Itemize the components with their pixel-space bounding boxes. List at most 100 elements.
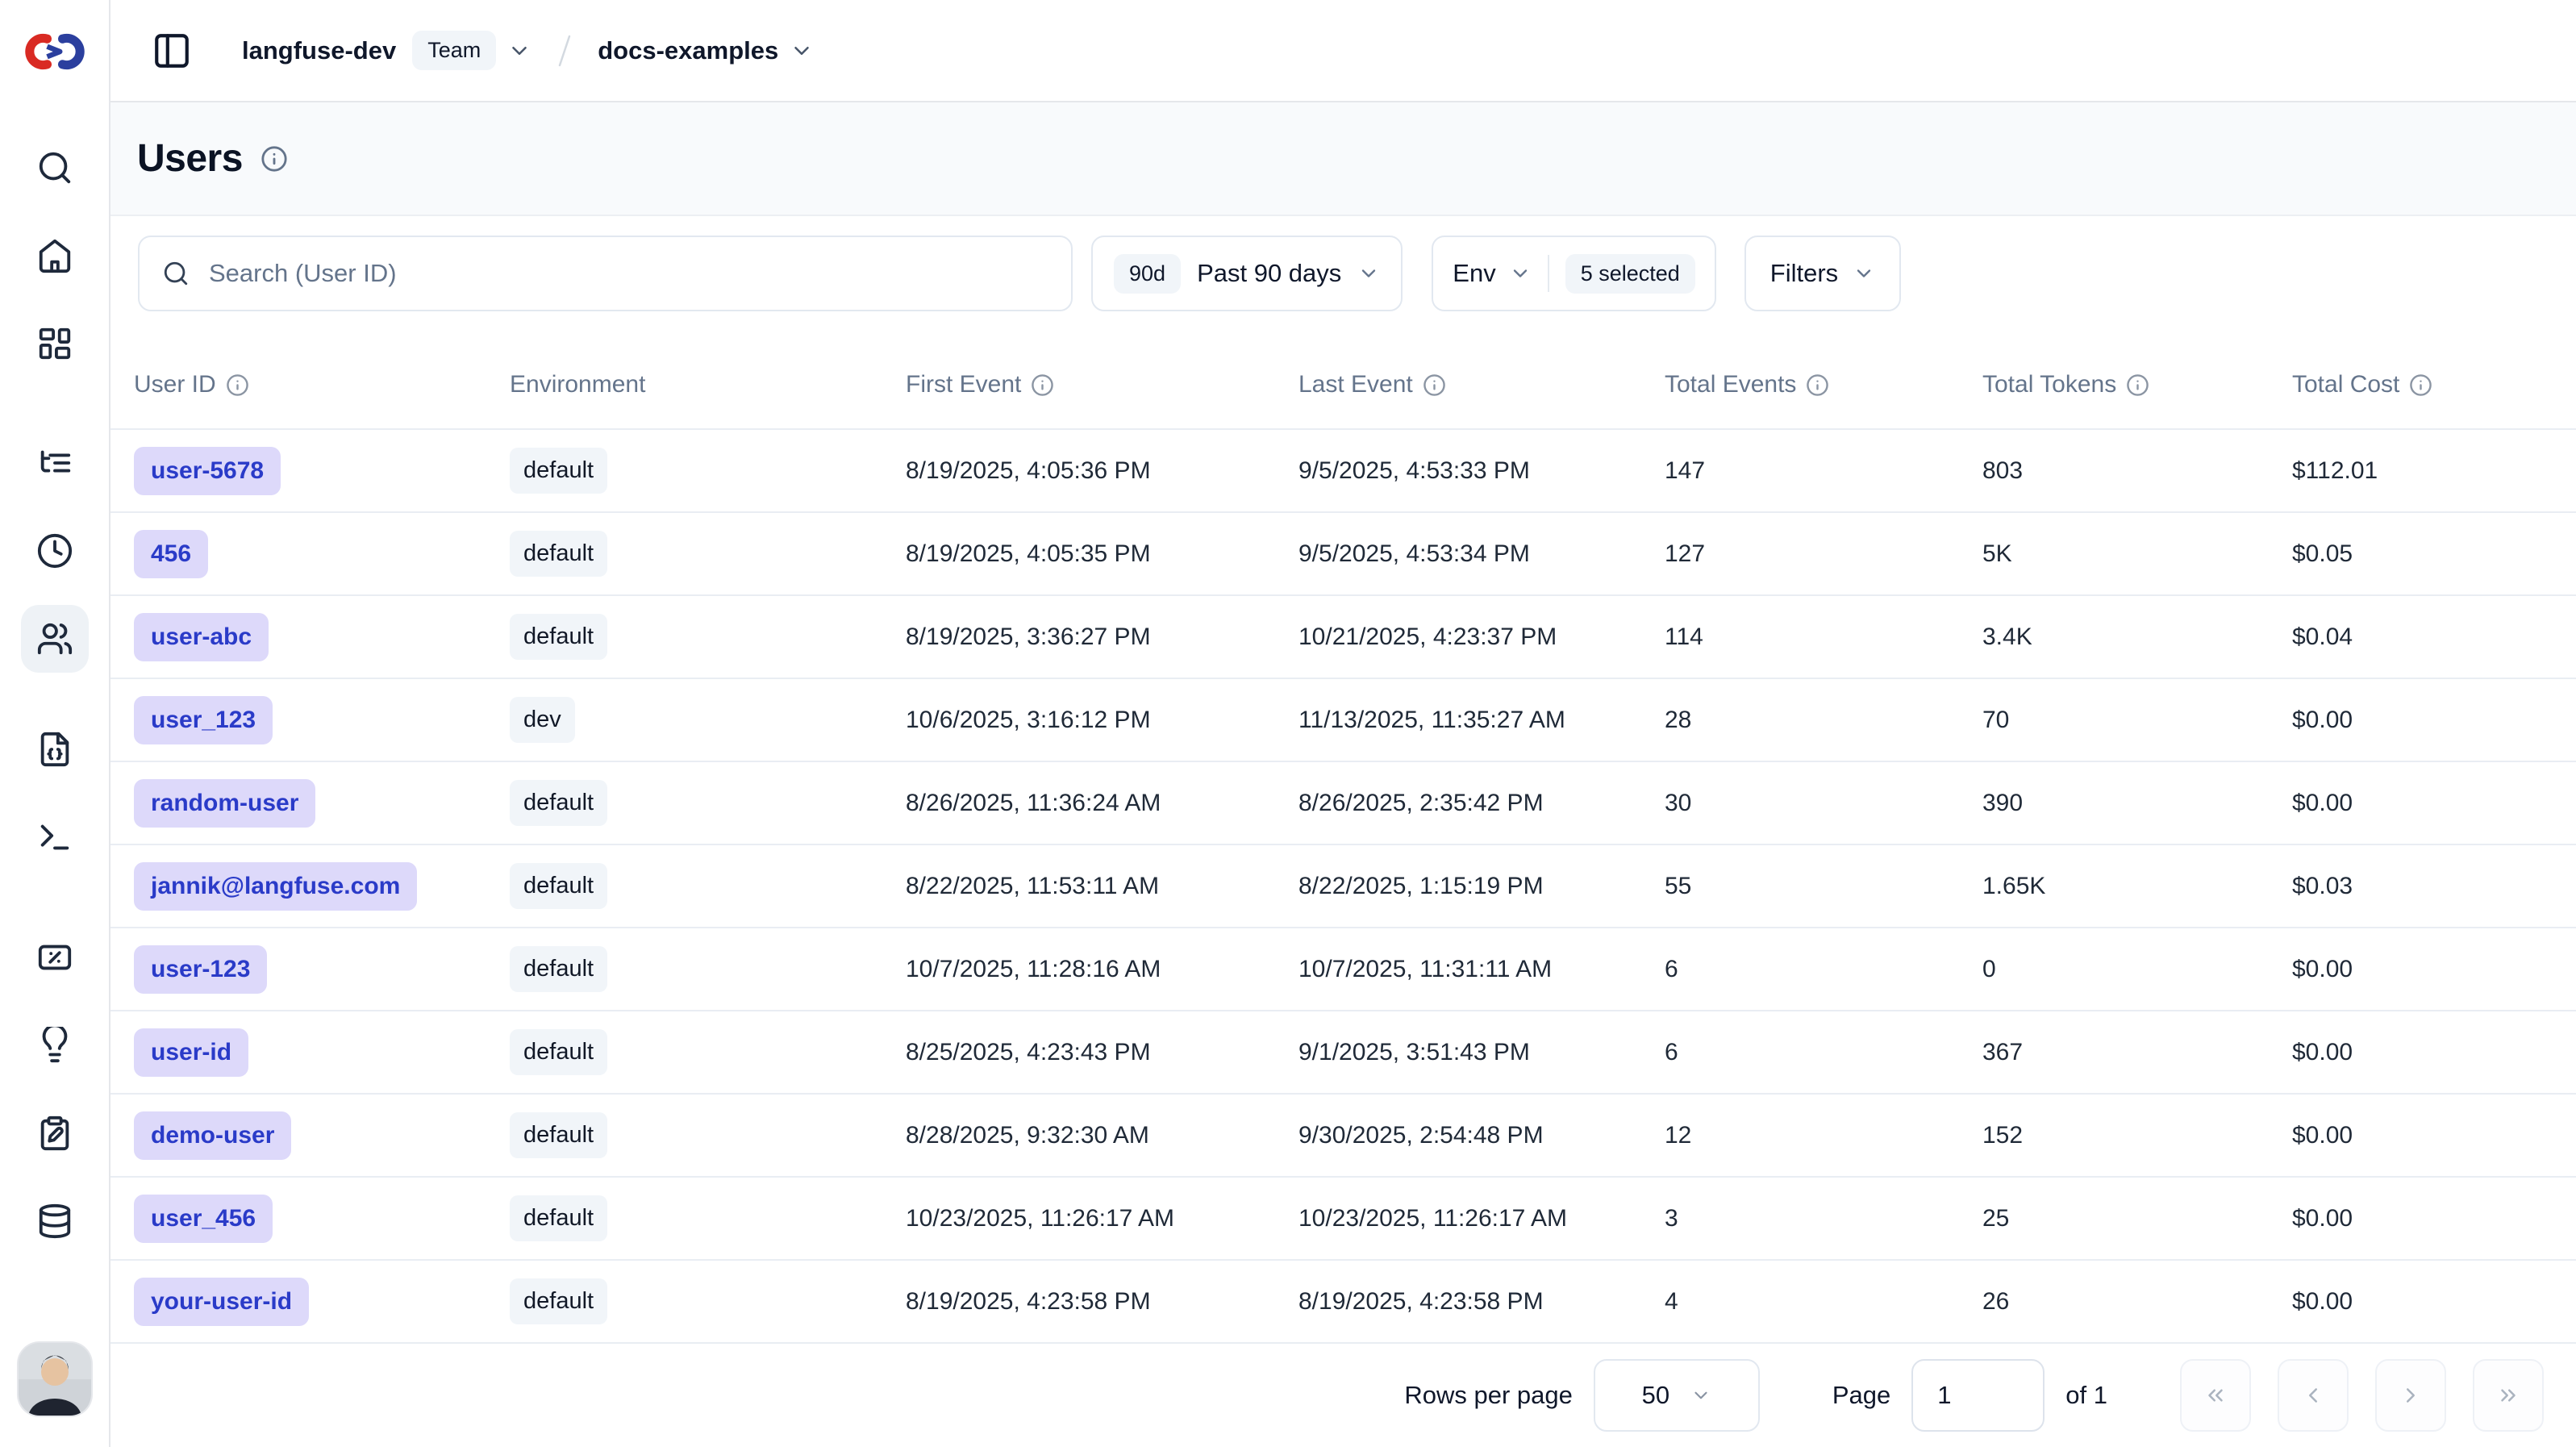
page-label: Page: [1832, 1381, 1890, 1410]
next-page-button[interactable]: [2375, 1359, 2446, 1432]
breadcrumb-org[interactable]: langfuse-dev: [242, 36, 396, 65]
environment-badge: default: [510, 1195, 607, 1241]
first-event-cell: 8/19/2025, 4:05:35 PM: [906, 540, 1298, 568]
environment-badge: default: [510, 946, 607, 992]
sidebar-item-search[interactable]: [21, 134, 89, 202]
sidebar-item-evaluation[interactable]: [21, 924, 89, 991]
table-row: user-5678default8/19/2025, 4:05:36 PM9/5…: [110, 430, 2576, 513]
column-header: First Event: [906, 371, 1298, 398]
table-row: demo-userdefault8/28/2025, 9:32:30 AM9/3…: [110, 1095, 2576, 1178]
info-icon[interactable]: [1031, 373, 1054, 397]
search-icon: [36, 149, 73, 186]
user-id-badge[interactable]: user-abc: [134, 613, 269, 661]
first-event-cell: 10/6/2025, 3:16:12 PM: [906, 707, 1298, 734]
sidebar-item-datasets[interactable]: [21, 1187, 89, 1255]
column-header: Environment: [510, 371, 906, 398]
column-header-label: First Event: [906, 371, 1021, 398]
pagination-bar: Rows per page 50 Page of 1: [110, 1344, 2576, 1447]
user-id-badge[interactable]: your-user-id: [134, 1278, 309, 1326]
total-cost-cell: $0.04: [2292, 623, 2547, 651]
user-id-badge[interactable]: user-123: [134, 945, 267, 994]
org-type-badge: Team: [412, 31, 496, 70]
rows-per-page-select[interactable]: 50: [1594, 1359, 1760, 1432]
column-header-label: Total Cost: [2292, 371, 2399, 398]
sidebar-item-home[interactable]: [21, 222, 89, 290]
info-icon[interactable]: [2126, 373, 2149, 397]
last-event-cell: 9/30/2025, 2:54:48 PM: [1298, 1122, 1665, 1149]
user-id-badge[interactable]: random-user: [134, 779, 315, 828]
user-avatar[interactable]: [19, 1343, 91, 1416]
user-id-badge[interactable]: jannik@langfuse.com: [134, 862, 417, 911]
sidebar-item-prompts[interactable]: [21, 715, 89, 783]
sidebar-toggle-icon[interactable]: [152, 31, 192, 71]
prompts-file-code-icon: [36, 731, 73, 768]
sessions-clock-icon: [36, 532, 73, 569]
dashboards-grid-icon: [36, 325, 73, 362]
total-events-cell: 147: [1665, 457, 1982, 485]
search-input[interactable]: [207, 258, 1048, 289]
total-tokens-cell: 1.65K: [1982, 873, 2292, 900]
breadcrumb-project[interactable]: docs-examples: [598, 36, 778, 65]
sidebar-item-llm-judge[interactable]: [21, 1011, 89, 1079]
column-header: Total Events: [1665, 371, 1982, 398]
info-icon[interactable]: [1806, 373, 1829, 397]
column-header: Last Event: [1298, 371, 1665, 398]
info-icon[interactable]: [2409, 373, 2432, 397]
sidebar-item-annotation[interactable]: [21, 1099, 89, 1167]
table-row: 456default8/19/2025, 4:05:35 PM9/5/2025,…: [110, 513, 2576, 596]
chevron-down-icon: [1690, 1385, 1711, 1406]
search-box: [138, 236, 1073, 311]
table-header-row: User ID EnvironmentFirst Event Last Even…: [110, 341, 2576, 430]
total-tokens-cell: 803: [1982, 457, 2292, 485]
table-row: random-user default 8/26/2025, 11:36:24 AM…: [110, 762, 2576, 845]
user-id-badge[interactable]: user-id: [134, 1028, 248, 1077]
sidebar-item-users[interactable]: [21, 605, 89, 673]
total-events-cell: 3: [1665, 1205, 1982, 1232]
environment-badge: default: [510, 780, 607, 826]
user-id-badge[interactable]: user_456: [134, 1195, 273, 1243]
column-header-label: Total Tokens: [1982, 371, 2116, 398]
total-cost-cell: $0.00: [2292, 790, 2547, 817]
info-icon[interactable]: [1423, 373, 1446, 397]
first-event-cell: 8/26/2025, 11:36:24 AM: [906, 790, 1298, 817]
filters-button[interactable]: Filters: [1744, 236, 1901, 311]
info-icon[interactable]: [261, 145, 288, 173]
last-event-cell: 10/21/2025, 4:23:37 PM: [1298, 623, 1665, 651]
date-range-button[interactable]: 90d Past 90 days: [1091, 236, 1403, 311]
total-cost-cell: $0.03: [2292, 873, 2547, 900]
page-number-input[interactable]: [1911, 1359, 2045, 1432]
page-header: Users: [110, 102, 2576, 216]
sidebar-item-playground[interactable]: [21, 803, 89, 871]
total-cost-cell: $0.00: [2292, 1288, 2547, 1316]
info-icon[interactable]: [226, 373, 249, 397]
table-row: user-abcdefault8/19/2025, 3:36:27 PM10/2…: [110, 596, 2576, 679]
user-id-badge[interactable]: user-5678: [134, 447, 281, 495]
breadcrumb-separator: [552, 31, 577, 70]
langfuse-logo[interactable]: [0, 0, 109, 102]
first-page-button[interactable]: [2180, 1359, 2251, 1432]
environment-badge: default: [510, 531, 607, 577]
environment-filter-button[interactable]: Env 5 selected: [1432, 236, 1716, 311]
sidebar-item-sessions[interactable]: [21, 517, 89, 585]
chevron-right-icon: [2399, 1383, 2423, 1407]
chevron-down-icon[interactable]: [507, 39, 531, 63]
sidebar-nav: [21, 102, 89, 1255]
sidebar-item-dashboards[interactable]: [21, 310, 89, 377]
rows-per-page-value: 50: [1642, 1381, 1669, 1410]
environment-badge: default: [510, 448, 607, 494]
last-page-button[interactable]: [2473, 1359, 2544, 1432]
environment-badge: default: [510, 1029, 607, 1075]
user-id-badge[interactable]: demo-user: [134, 1111, 291, 1160]
sidebar-item-tracing[interactable]: [21, 429, 89, 497]
chevron-down-icon[interactable]: [790, 39, 814, 63]
total-events-cell: 30: [1665, 790, 1982, 817]
previous-page-button[interactable]: [2278, 1359, 2349, 1432]
total-cost-cell: $0.00: [2292, 956, 2547, 983]
user-id-badge[interactable]: 456: [134, 530, 208, 578]
user-id-badge[interactable]: user_123: [134, 696, 273, 744]
column-header-label: User ID: [134, 371, 216, 398]
table-row: user_123dev10/6/2025, 3:16:12 PM11/13/20…: [110, 679, 2576, 762]
column-header: Total Cost: [2292, 371, 2547, 398]
total-tokens-cell: 0: [1982, 956, 2292, 983]
table-row: jannik@langfuse.comdefault8/22/2025, 11:…: [110, 845, 2576, 928]
